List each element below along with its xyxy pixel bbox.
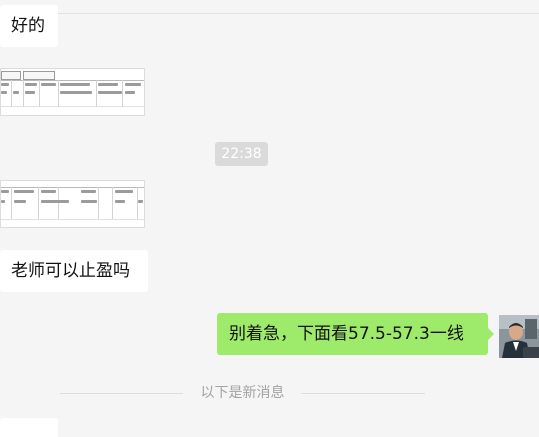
message-bubble-received[interactable]: 好的 bbox=[0, 5, 58, 47]
message-text: 老师可以止盈吗 bbox=[11, 261, 130, 281]
top-edge bbox=[0, 0, 539, 14]
timestamp-badge: 22:38 bbox=[215, 142, 268, 166]
person-photo-icon bbox=[499, 315, 539, 358]
user-avatar[interactable] bbox=[499, 315, 539, 358]
message-bubble-sent[interactable]: 别着急，下面看57.5-57.3一线 bbox=[217, 313, 494, 355]
divider-line-left bbox=[60, 393, 183, 394]
new-messages-divider: 以下是新消息 bbox=[200, 385, 285, 401]
message-text: 别着急，下面看57.5-57.3一线 bbox=[229, 324, 464, 344]
message-text: 好的 bbox=[11, 16, 45, 36]
image-message-thumbnail[interactable] bbox=[0, 68, 145, 116]
message-bubble-received[interactable] bbox=[0, 418, 58, 437]
divider-line-right bbox=[301, 393, 425, 394]
image-message-thumbnail[interactable] bbox=[0, 180, 145, 228]
message-bubble-received[interactable]: 老师可以止盈吗 bbox=[0, 250, 148, 292]
